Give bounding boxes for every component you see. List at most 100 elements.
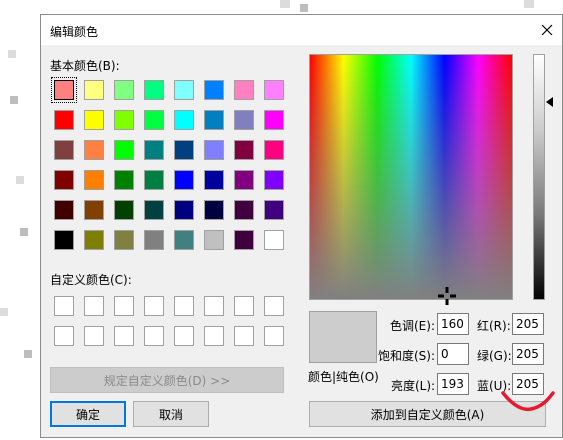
basic-color-swatch[interactable] — [174, 230, 194, 250]
basic-color-swatch[interactable] — [84, 140, 104, 160]
basic-color-swatch[interactable] — [234, 140, 254, 160]
custom-color-swatch[interactable] — [144, 326, 164, 346]
custom-color-swatch[interactable] — [54, 296, 74, 316]
green-label: 绿(G): — [477, 349, 512, 363]
dialog-title: 编辑颜色 — [50, 25, 99, 39]
luminance-arrow-icon[interactable] — [546, 97, 553, 107]
custom-color-swatch[interactable] — [234, 296, 254, 316]
basic-color-swatch[interactable] — [174, 170, 194, 190]
basic-color-swatch[interactable] — [174, 140, 194, 160]
title-bar: 编辑颜色 — [41, 15, 562, 45]
hue-input[interactable]: 160 — [437, 313, 469, 335]
basic-color-swatch[interactable] — [144, 80, 164, 100]
custom-color-swatch[interactable] — [234, 326, 254, 346]
color-solid-label: 颜色|纯色(O) — [308, 370, 379, 384]
basic-color-swatch[interactable] — [54, 110, 74, 130]
custom-color-swatch[interactable] — [174, 326, 194, 346]
background-block — [280, 0, 290, 8]
basic-color-swatch[interactable] — [264, 170, 284, 190]
basic-color-swatch[interactable] — [204, 80, 224, 100]
basic-color-swatch[interactable] — [174, 80, 194, 100]
basic-color-swatch[interactable] — [144, 110, 164, 130]
background-block — [8, 50, 16, 58]
custom-color-swatch[interactable] — [174, 296, 194, 316]
basic-color-swatch[interactable] — [264, 140, 284, 160]
saturation-input[interactable]: 0 — [437, 343, 469, 365]
custom-color-swatch[interactable] — [204, 296, 224, 316]
basic-color-swatch[interactable] — [234, 200, 254, 220]
basic-color-swatch[interactable] — [144, 140, 164, 160]
background-block — [24, 350, 32, 358]
basic-color-swatch[interactable] — [84, 170, 104, 190]
ok-button[interactable]: 确定 — [50, 401, 126, 427]
red-label: 红(R): — [477, 319, 511, 333]
background-block — [300, 4, 308, 12]
basic-color-swatch[interactable] — [51, 77, 77, 103]
custom-color-swatch[interactable] — [144, 296, 164, 316]
background-block — [0, 308, 8, 316]
spectrum-saturation-layer — [310, 55, 512, 299]
basic-color-swatch[interactable] — [114, 170, 134, 190]
basic-color-swatch[interactable] — [234, 80, 254, 100]
custom-colors-label: 自定义颜色(C): — [50, 273, 132, 287]
basic-color-swatch[interactable] — [204, 170, 224, 190]
basic-color-swatch[interactable] — [264, 110, 284, 130]
hue-label: 色调(E): — [390, 319, 435, 333]
background-block — [20, 228, 28, 236]
basic-color-swatch[interactable] — [84, 110, 104, 130]
basic-color-swatch[interactable] — [174, 110, 194, 130]
basic-color-swatch[interactable] — [84, 200, 104, 220]
basic-color-swatch[interactable] — [114, 200, 134, 220]
basic-color-swatch[interactable] — [264, 230, 284, 250]
basic-color-swatch[interactable] — [84, 80, 104, 100]
basic-color-swatch[interactable] — [204, 140, 224, 160]
custom-color-swatch[interactable] — [114, 326, 134, 346]
basic-color-swatch[interactable] — [204, 200, 224, 220]
edit-colors-dialog: 编辑颜色 基本颜色(B): 自定义颜色(C): 规定自定义颜色(D) >> 确定… — [40, 14, 563, 438]
basic-color-swatch[interactable] — [234, 110, 254, 130]
custom-color-swatch[interactable] — [114, 296, 134, 316]
basic-color-swatch[interactable] — [264, 200, 284, 220]
basic-color-swatch[interactable] — [174, 200, 194, 220]
basic-color-swatch[interactable] — [234, 170, 254, 190]
basic-color-swatch[interactable] — [114, 140, 134, 160]
basic-color-swatch[interactable] — [144, 200, 164, 220]
basic-color-swatch[interactable] — [114, 230, 134, 250]
basic-color-swatch[interactable] — [234, 230, 254, 250]
basic-color-swatch[interactable] — [84, 230, 104, 250]
green-input[interactable]: 205 — [512, 343, 544, 365]
basic-color-swatch[interactable] — [144, 230, 164, 250]
red-input[interactable]: 205 — [512, 313, 544, 335]
basic-color-swatch[interactable] — [114, 110, 134, 130]
basic-color-swatch[interactable] — [264, 80, 284, 100]
crosshair-icon — [438, 287, 456, 305]
basic-color-swatch[interactable] — [204, 110, 224, 130]
basic-color-swatch[interactable] — [204, 230, 224, 250]
close-icon — [541, 24, 553, 36]
close-button[interactable] — [532, 15, 562, 45]
luminance-label: 亮度(L): — [391, 379, 436, 393]
custom-color-swatch[interactable] — [84, 326, 104, 346]
custom-color-swatch[interactable] — [204, 326, 224, 346]
luminance-slider[interactable] — [533, 54, 545, 300]
basic-color-swatch[interactable] — [54, 140, 74, 160]
basic-color-swatch[interactable] — [114, 80, 134, 100]
luminance-input[interactable]: 193 — [437, 373, 469, 395]
red-underline-annotation — [501, 391, 555, 412]
cancel-button[interactable]: 取消 — [133, 401, 209, 427]
background-block — [524, 0, 534, 8]
custom-color-swatch[interactable] — [54, 326, 74, 346]
basic-color-swatch[interactable] — [144, 170, 164, 190]
basic-color-swatch[interactable] — [54, 200, 74, 220]
custom-color-swatch[interactable] — [84, 296, 104, 316]
background-block — [10, 96, 18, 104]
define-custom-colors-button[interactable]: 规定自定义颜色(D) >> — [50, 367, 284, 393]
saturation-label: 饱和度(S): — [378, 349, 436, 363]
basic-colors-label: 基本颜色(B): — [50, 59, 120, 73]
background-block — [16, 176, 24, 184]
basic-color-swatch[interactable] — [54, 230, 74, 250]
color-spectrum[interactable] — [309, 54, 513, 300]
basic-color-swatch[interactable] — [54, 170, 74, 190]
custom-color-swatch[interactable] — [264, 326, 284, 346]
custom-color-swatch[interactable] — [264, 296, 284, 316]
